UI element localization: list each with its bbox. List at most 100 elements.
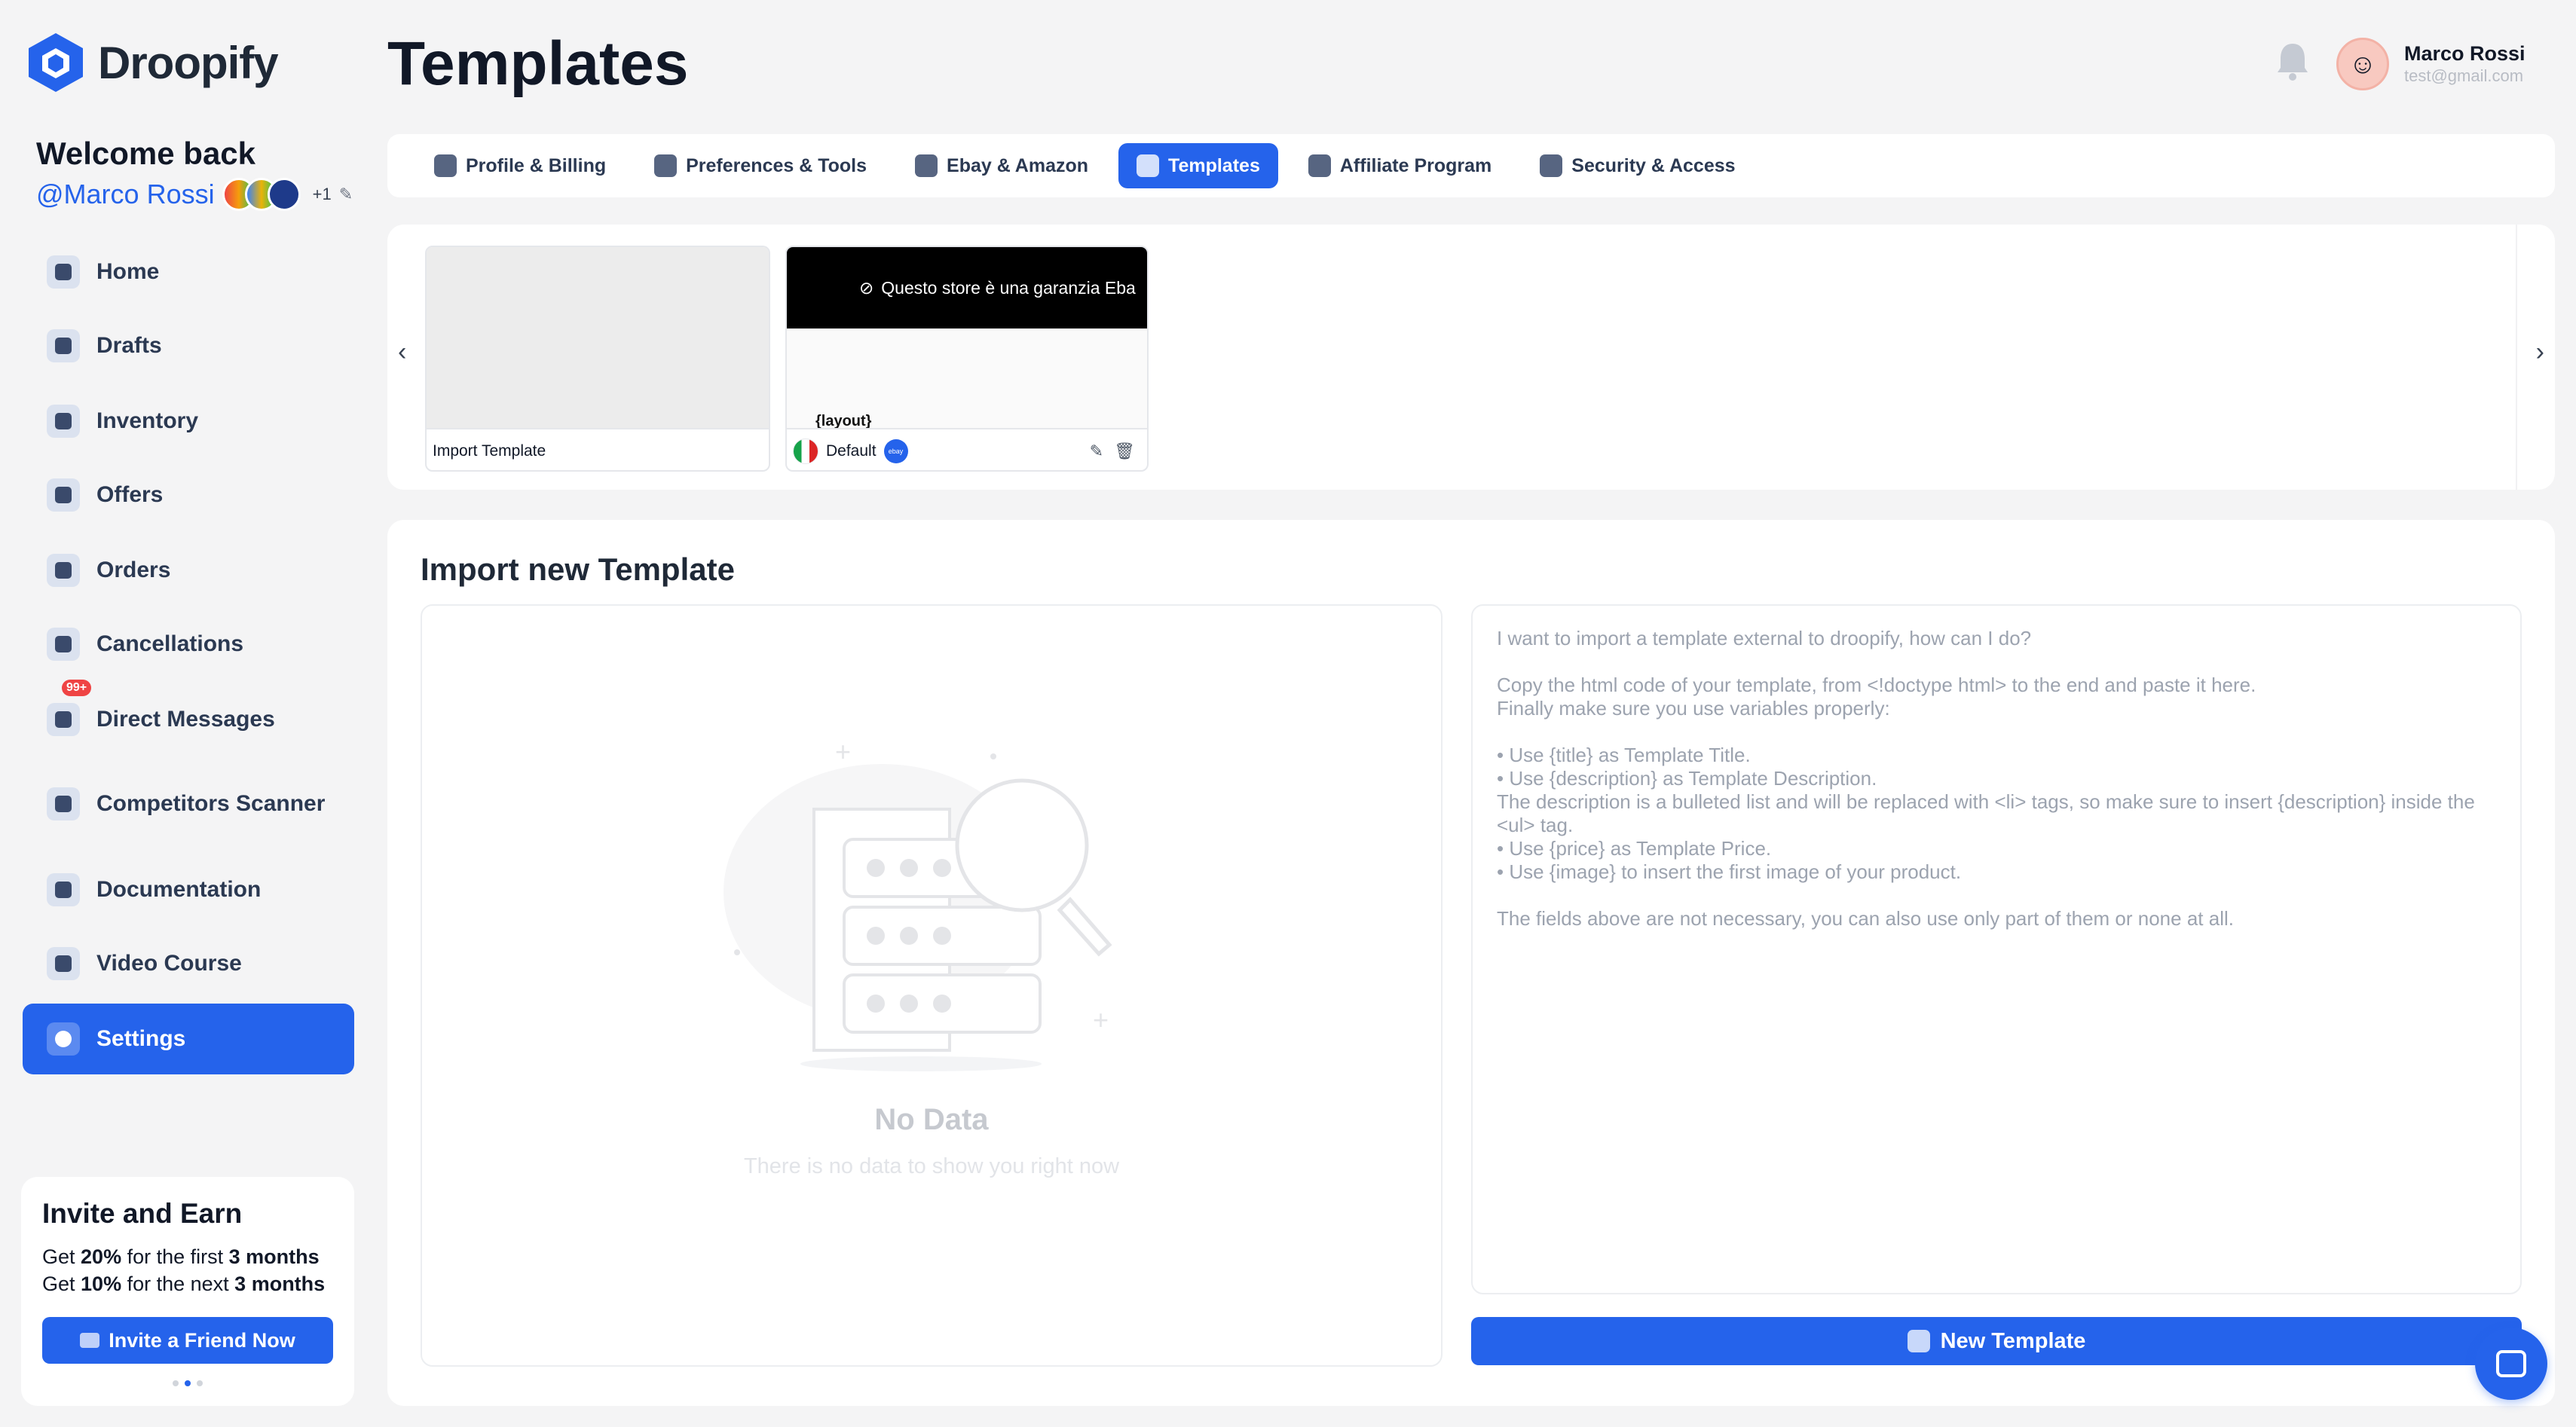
help-text: Finally make sure you use variables prop… [1497, 697, 1890, 720]
carousel-dot[interactable] [173, 1380, 179, 1386]
tab-security-access[interactable]: Security & Access [1522, 143, 1753, 188]
tab-ebay-amazon[interactable]: Ebay & Amazon [897, 143, 1106, 188]
template-card-default[interactable]: ⊘ Questo store è una garanzia Eba {layou… [785, 246, 1149, 472]
template-banner: ⊘ Questo store è una garanzia Eba [787, 247, 1147, 328]
tab-label: Templates [1168, 154, 1260, 176]
tab-label: Preferences & Tools [686, 154, 867, 176]
sidebar-item-label: Drafts [96, 333, 162, 358]
user-email: test@gmail.com [2404, 66, 2524, 85]
briefcase-icon [47, 405, 80, 438]
help-bullet: • Use {price} as Template Price. [1497, 837, 1772, 860]
tab-affiliate-program[interactable]: Affiliate Program [1290, 143, 1510, 188]
sidebar-item-drafts[interactable]: Drafts [23, 310, 354, 381]
invite-duration: 3 months [228, 1245, 320, 1268]
template-preview [427, 247, 769, 428]
help-bullet: • Use {title} as Template Title. [1497, 744, 1751, 766]
droopify-logo-icon [29, 33, 83, 92]
invite-line-first: Get 20% for the first 3 months [42, 1243, 333, 1270]
edit-pencil-icon[interactable]: ✎ [339, 185, 353, 204]
sidebar-item-label: Video Course [96, 951, 242, 976]
help-bullet: The description is a bulleted list and w… [1497, 790, 2475, 836]
tab-label: Profile & Billing [466, 154, 607, 176]
sliders-icon [654, 154, 678, 177]
gear-icon [434, 154, 457, 177]
drafts-icon [47, 329, 80, 362]
invite-title: Invite and Earn [42, 1198, 243, 1229]
logo[interactable]: Droopify [27, 32, 279, 93]
templates-carousel: ‹ Import Template ⊘ Questo store è una g… [387, 225, 2555, 490]
invite-duration: 3 months [234, 1273, 326, 1295]
carousel-dot[interactable] [197, 1380, 203, 1386]
sidebar-item-inventory[interactable]: Inventory [23, 386, 354, 457]
template-footer: Import Template [427, 428, 769, 470]
sidebar-item-label: Home [96, 259, 160, 284]
sidebar: Droopify Welcome back @Marco Rossi +1 ✎ … [0, 0, 369, 1427]
edit-icon[interactable]: ✎ [1090, 442, 1103, 461]
check-icon [1907, 1330, 1930, 1352]
sidebar-item-video-course[interactable]: Video Course [23, 928, 354, 999]
carousel-dot-active[interactable] [185, 1380, 191, 1386]
tab-preferences-tools[interactable]: Preferences & Tools [636, 143, 885, 188]
brand-name: Droopify [98, 37, 279, 88]
user-row: @Marco Rossi +1 ✎ [36, 178, 353, 211]
template-html-input[interactable]: I want to import a template external to … [1471, 604, 2522, 1294]
sidebar-item-competitors-scanner[interactable]: Competitors Scanner [23, 769, 354, 839]
invite-card: Invite and Earn Get 20% for the first 3 … [21, 1177, 354, 1406]
sidebar-item-direct-messages[interactable]: 99+ Direct Messages [23, 680, 354, 755]
chevron-left-icon[interactable]: ‹ [398, 338, 406, 367]
sidebar-item-cancellations[interactable]: Cancellations [23, 609, 354, 680]
invite-text: for the next [121, 1273, 235, 1295]
tab-label: Ebay & Amazon [947, 154, 1089, 176]
sidebar-item-offers[interactable]: Offers [23, 460, 354, 530]
account-avatars[interactable] [222, 178, 301, 211]
carousel-divider [2516, 225, 2517, 490]
lock-icon [1540, 154, 1563, 177]
svg-text:+: + [1093, 1004, 1109, 1035]
tab-label: Affiliate Program [1339, 154, 1492, 176]
sidebar-item-home[interactable]: Home [23, 237, 354, 307]
sidebar-item-settings[interactable]: Settings [23, 1004, 354, 1074]
invite-text: Get [42, 1273, 81, 1295]
new-template-button[interactable]: New Template [1471, 1317, 2522, 1365]
settings-tabs: Profile & Billing Preferences & Tools Eb… [387, 134, 2555, 197]
user-name: Marco Rossi [2404, 42, 2526, 65]
tab-profile-billing[interactable]: Profile & Billing [416, 143, 624, 188]
bell-icon[interactable] [2275, 41, 2311, 83]
sidebar-item-documentation[interactable]: Documentation [23, 854, 354, 925]
home-icon [47, 255, 80, 289]
help-bullet: • Use {image} to insert the first image … [1497, 860, 1962, 883]
template-fragment: {layout} [815, 413, 872, 428]
user-avatar[interactable]: ☺ [2336, 38, 2389, 90]
sidebar-item-orders[interactable]: Orders [23, 535, 354, 606]
import-template-panel: Import new Template + + No Data There is… [387, 520, 2555, 1406]
account-avatar [267, 178, 301, 211]
tab-templates[interactable]: Templates [1118, 143, 1278, 188]
template-name: Import Template [433, 442, 546, 460]
no-data-illustration-icon: + + [724, 736, 1112, 1071]
users-icon [1308, 154, 1331, 177]
chat-support-button[interactable] [2475, 1328, 2547, 1400]
percent-icon [47, 478, 80, 512]
megaphone-icon [47, 703, 80, 736]
empty-state-title: No Data [874, 1103, 989, 1136]
document-icon [47, 873, 80, 906]
sidebar-item-label: Orders [96, 558, 171, 582]
help-text: Copy the html code of your template, fro… [1497, 674, 2256, 696]
invite-text: for the first [121, 1245, 229, 1268]
sidebar-item-label: Cancellations [96, 631, 244, 656]
chevron-right-icon[interactable]: › [2536, 338, 2544, 367]
invite-friend-button[interactable]: Invite a Friend Now [42, 1317, 333, 1364]
trash-icon[interactable]: 🗑 [1114, 442, 1135, 461]
template-actions: ✎ 🗑 [1090, 442, 1147, 461]
mail-icon [80, 1333, 100, 1348]
username-link[interactable]: @Marco Rossi [36, 179, 215, 210]
template-card-import[interactable]: Import Template [425, 246, 770, 472]
sidebar-item-label: Competitors Scanner [96, 791, 326, 816]
template-name: Default [826, 442, 877, 460]
help-note: The fields above are not necessary, you … [1497, 907, 2234, 930]
empty-state-subtitle: There is no data to show you right now [743, 1154, 1120, 1178]
sidebar-item-label: Settings [96, 1026, 186, 1051]
invite-button-label: Invite a Friend Now [109, 1328, 295, 1352]
ebay-logo-icon: ebay [883, 439, 908, 463]
book-icon [47, 947, 80, 980]
